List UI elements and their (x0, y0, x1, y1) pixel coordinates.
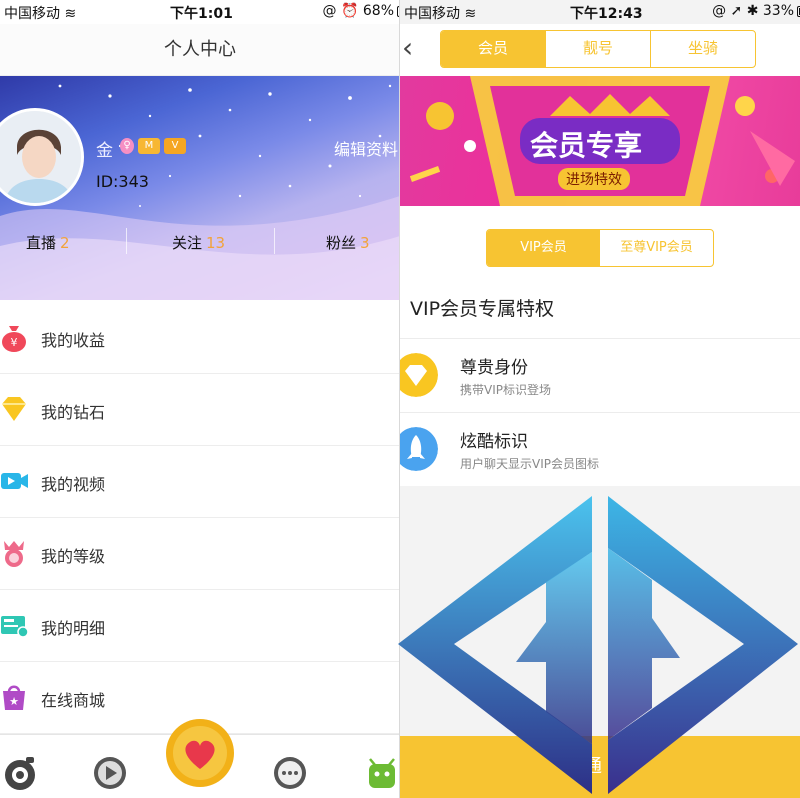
page-title: 个人中心 (0, 24, 400, 76)
tab-premium-number[interactable]: 靓号 (546, 31, 651, 67)
vip-badge: V (164, 138, 186, 154)
category-tabs: 会员 靓号 坐骑 (440, 30, 756, 68)
privilege-item: 尊贵身份 携带VIP标识登场 (400, 338, 800, 412)
level-badge: M (138, 138, 160, 154)
svg-text:¥: ¥ (11, 336, 18, 349)
menu-item-videos[interactable]: 我的视频 (0, 446, 400, 518)
carrier-label: 中国移动 ≋ (4, 6, 77, 22)
nav-bar: ‹ 会员 靓号 坐骑 (400, 24, 800, 76)
money-note-icon (1, 616, 28, 638)
stat-label: 直播 (26, 234, 57, 252)
clock: 下午12:43 (570, 6, 643, 22)
shopping-bag-icon: ★ (3, 685, 25, 710)
menu-label: 在线商城 (41, 691, 106, 710)
battery-status: @ ⏰ 68% (323, 3, 400, 19)
banner-title: 会员专享 (530, 129, 643, 162)
video-camera-icon (1, 473, 28, 489)
edit-profile-button[interactable]: 编辑资料 (334, 136, 398, 160)
promo-banner[interactable]: 会员专享 进场特效 (400, 76, 800, 206)
privilege-item: 炫酷标识 用户聊天显示VIP会员图标 (400, 412, 800, 486)
money-bag-icon: ¥ (2, 326, 26, 352)
profile-card: 金 ♀ M V ID:343 编辑资料 直播 2 关注 13 粉丝 3 (0, 76, 400, 300)
stat-count: 3 (360, 234, 370, 252)
live-heart-button[interactable] (164, 717, 236, 789)
tab-supreme-vip[interactable]: 至尊VIP会员 (600, 230, 713, 266)
menu-label: 我的钻石 (41, 403, 106, 422)
menu-item-diamonds[interactable]: 我的钻石 (0, 374, 400, 446)
diamond-icon (2, 397, 26, 421)
stat-following[interactable]: 关注 13 (172, 232, 225, 253)
menu-item-earnings[interactable]: ¥ 我的收益 (0, 302, 400, 374)
tab-membership[interactable]: 会员 (441, 31, 546, 67)
section-title: VIP会员专属特权 (410, 298, 555, 320)
watermark-logo (398, 496, 798, 794)
play-tab-icon[interactable] (92, 755, 128, 791)
profile-tab-icon[interactable] (364, 753, 400, 793)
divider (126, 228, 127, 254)
stat-count: 2 (60, 234, 70, 252)
status-bar: 中国移动 ≋ 下午12:43 @ ➚ ✱ 33% (400, 0, 800, 24)
privilege-title: 炫酷标识 (460, 432, 528, 452)
carrier-label: 中国移动 ≋ (404, 6, 477, 22)
personal-center-screen: 中国移动 ≋ 下午1:01 @ ⏰ 68% 个人中心 金 ♀ M V ID:34… (0, 0, 400, 798)
status-bar: 中国移动 ≋ 下午1:01 @ ⏰ 68% (0, 0, 400, 24)
diamond-icon (400, 353, 438, 397)
privilege-subtitle: 用户聊天显示VIP会员图标 (460, 457, 599, 471)
stat-count: 13 (206, 234, 226, 252)
menu-label: 我的等级 (41, 547, 106, 566)
battery-status: @ ➚ ✱ 33% (712, 3, 800, 19)
menu-item-level[interactable]: 我的等级 (0, 518, 400, 590)
clock: 下午1:01 (170, 6, 233, 22)
nickname: 金 (96, 141, 113, 161)
banner-subtitle: 进场特效 (558, 168, 630, 190)
stat-live[interactable]: 直播 2 (26, 232, 70, 253)
menu-list: ¥ 我的收益 我的钻石 我的视频 我的等级 我的明细 ★ 在线商城 (0, 302, 400, 734)
menu-item-details[interactable]: 我的明细 (0, 590, 400, 662)
vip-panel: VIP会员 至尊VIP会员 VIP会员专属特权 尊贵身份 携带VIP标识登场 炫… (400, 206, 800, 486)
tab-vip[interactable]: VIP会员 (487, 230, 600, 266)
tab-mount[interactable]: 坐骑 (651, 31, 755, 67)
menu-label: 我的收益 (41, 331, 106, 350)
gender-icon: ♀ (120, 138, 134, 154)
user-id: ID:343 (96, 172, 149, 191)
rocket-icon (400, 427, 438, 471)
back-arrow-icon[interactable]: ‹ (402, 32, 413, 64)
stat-label: 粉丝 (326, 234, 357, 252)
vip-type-tabs: VIP会员 至尊VIP会员 (486, 229, 714, 267)
privilege-subtitle: 携带VIP标识登场 (460, 383, 551, 397)
divider (274, 228, 275, 254)
bottom-tab-bar (0, 719, 400, 798)
crown-medal-icon (4, 541, 24, 567)
menu-label: 我的视频 (41, 475, 106, 494)
stat-fans[interactable]: 粉丝 3 (326, 232, 370, 253)
menu-label: 我的明细 (41, 619, 106, 638)
chat-tab-icon[interactable] (272, 755, 308, 791)
svg-text:★: ★ (9, 695, 19, 708)
stat-label: 关注 (172, 234, 203, 252)
privilege-title: 尊贵身份 (460, 358, 528, 378)
camera-tab-icon[interactable] (0, 753, 40, 793)
